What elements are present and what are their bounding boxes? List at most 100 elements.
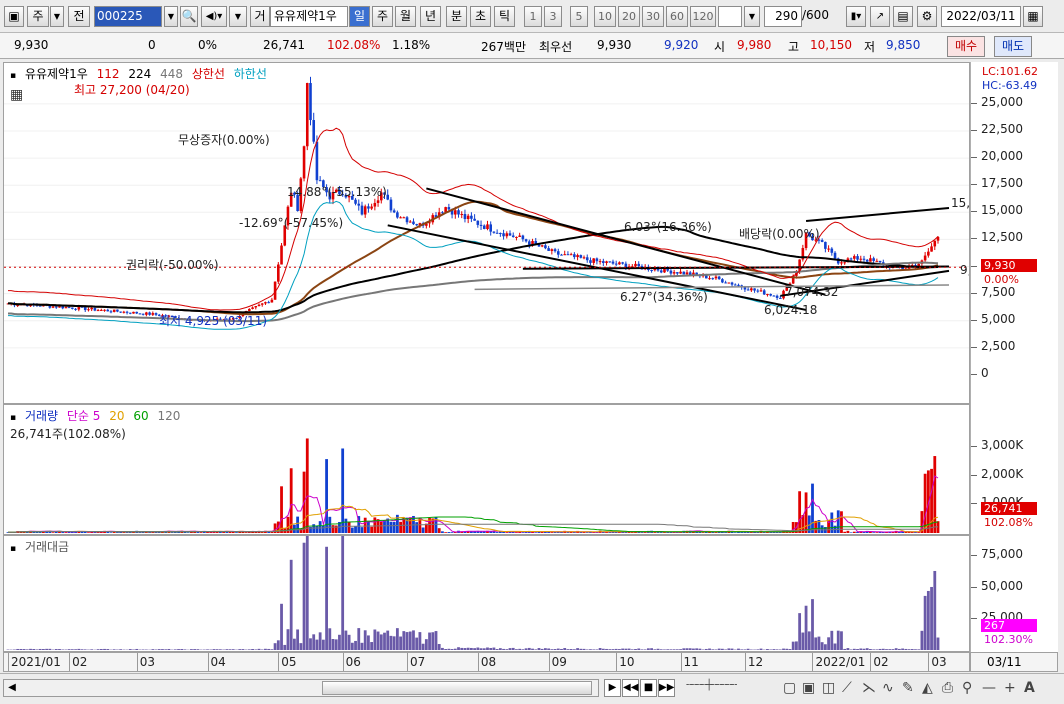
shape-icon[interactable]: ◭: [922, 680, 933, 696]
volume-bar: [415, 522, 419, 533]
grid-table-icon[interactable]: ▦: [10, 87, 23, 103]
volume-axis[interactable]: 3,000K2,000K1,000K26,741102.08%: [970, 404, 1058, 535]
amount-bar: [469, 647, 473, 650]
magnifier-icon[interactable]: ⚲: [962, 680, 972, 696]
amount-bar: [157, 649, 161, 650]
amount-bar: [495, 649, 499, 650]
print-icon[interactable]: ⎙: [942, 680, 953, 696]
price-chart-pane[interactable]: ▪ 유유제약1우 112 224 448 상한선 하한선 ▦ 최고 27,200…: [3, 62, 970, 404]
line-tool-icon[interactable]: ↗: [870, 6, 890, 27]
save-icon[interactable]: ▤: [893, 6, 913, 27]
price-axis-tick: 25,000: [981, 94, 1023, 109]
candle-body: [927, 251, 930, 256]
gear-icon[interactable]: ⚙: [917, 6, 937, 27]
period-month-tab[interactable]: 월: [395, 6, 416, 27]
speaker-icon[interactable]: ◀)▾: [201, 6, 227, 27]
interval-1-button[interactable]: 1: [524, 6, 542, 27]
volume-bar: [743, 532, 747, 533]
amount-bar: [489, 647, 493, 650]
prev-button[interactable]: 전: [68, 6, 90, 27]
zoom-out-icon[interactable]: —: [982, 680, 996, 696]
annotation-line3: 6.03°(16.36%): [624, 220, 712, 234]
period-tick-tab[interactable]: 틱: [494, 6, 515, 27]
volume-value: 26,741: [263, 38, 305, 52]
volume-bar: [360, 527, 364, 533]
interval-10-button[interactable]: 10: [594, 6, 616, 27]
play-icon[interactable]: ▶: [604, 679, 621, 697]
candle-body: [138, 313, 142, 315]
rewind-icon[interactable]: ◀◀: [622, 679, 639, 697]
fibonacci-icon[interactable]: ⋋: [862, 680, 876, 696]
price-axis-mark: [971, 265, 977, 267]
date-tick: [342, 653, 344, 671]
sell-button[interactable]: 매도: [994, 36, 1032, 57]
volume-axis-mark: [971, 446, 977, 448]
stock-name-field[interactable]: 유유제약1우: [270, 6, 348, 27]
period-minute-tab[interactable]: 분: [446, 6, 467, 27]
horizontal-scrollbar[interactable]: ◀: [3, 679, 599, 697]
amount-axis[interactable]: 75,000 50,000 25,000 267 102.30%: [970, 535, 1058, 652]
buy-button[interactable]: 매수: [947, 36, 985, 57]
volume-chart-pane[interactable]: ▪ 거래량 단순 5 20 60 120 26,741주(102.08%): [3, 404, 970, 535]
wave-icon[interactable]: ∿: [882, 680, 894, 696]
text-tool-icon[interactable]: A: [1024, 680, 1035, 696]
window-icon[interactable]: ▣: [802, 680, 815, 696]
interval-5-button[interactable]: 5: [570, 6, 588, 27]
count-input[interactable]: 290: [764, 6, 802, 27]
period-year-tab[interactable]: 년: [420, 6, 441, 27]
stock-code-input[interactable]: 000225: [94, 6, 162, 27]
fast-forward-icon[interactable]: ▶▶: [658, 679, 675, 697]
market-type-dropdown-icon[interactable]: ▼: [50, 6, 64, 27]
period-week-tab[interactable]: 주: [372, 6, 393, 27]
amount-bar: [164, 649, 168, 650]
candle-body: [305, 83, 309, 147]
volume-bar: [869, 531, 872, 533]
options-dropdown-icon[interactable]: ▼: [229, 6, 247, 27]
interval-30-button[interactable]: 30: [642, 6, 664, 27]
zoom-in-icon[interactable]: +: [1004, 680, 1016, 696]
search-icon[interactable]: 🔍: [180, 6, 198, 27]
volume-bar: [846, 530, 850, 533]
interval-60-button[interactable]: 60: [666, 6, 688, 27]
candle-settings-icon[interactable]: ▮▾: [846, 6, 866, 27]
interval-dropdown-icon[interactable]: ▼: [744, 6, 760, 27]
market-type-button[interactable]: 주: [27, 6, 49, 27]
scroll-left-icon[interactable]: ◀: [4, 680, 20, 696]
amount-chart-pane[interactable]: ▪ 거래대금: [3, 535, 970, 652]
daily-tab-button[interactable]: 거: [250, 6, 270, 27]
candle-body: [454, 210, 457, 215]
zoom-slider[interactable]: ╌╌╌╌┼╌╌╌╌╌: [686, 680, 778, 691]
volume-bar: [315, 526, 319, 533]
period-day-tab[interactable]: 일: [349, 6, 370, 27]
date-input[interactable]: 2022/03/11: [941, 6, 1021, 27]
period-second-tab[interactable]: 초: [470, 6, 491, 27]
code-dropdown-icon[interactable]: ▼: [164, 6, 178, 27]
amount-bar: [518, 648, 522, 650]
interval-3-button[interactable]: 3: [544, 6, 562, 27]
chart-icon[interactable]: ◫: [822, 680, 835, 696]
amount-bar: [212, 649, 216, 650]
pen-icon[interactable]: ✎: [902, 680, 914, 696]
candle-body: [730, 282, 734, 285]
stop-icon[interactable]: ■: [640, 679, 657, 697]
candle-body: [518, 235, 521, 237]
amount-bar: [650, 648, 653, 650]
candle-body: [270, 299, 274, 303]
amount-bar: [531, 648, 534, 650]
price-axis[interactable]: LC:101.62 HC:-63.49 25,000 22,500 20,000 17…: [970, 62, 1058, 404]
amount-bar: [682, 648, 686, 650]
interval-custom-field[interactable]: [718, 6, 742, 27]
candle-body: [544, 245, 547, 249]
amount-chart-svg: [6, 536, 940, 650]
amount-bar: [286, 629, 290, 650]
layout-icon[interactable]: ▢: [783, 680, 796, 696]
window-menu-icon[interactable]: ▣: [4, 6, 24, 27]
interval-20-button[interactable]: 20: [618, 6, 640, 27]
change-value: 0: [148, 38, 156, 52]
scroll-thumb[interactable]: [322, 681, 592, 695]
interval-120-button[interactable]: 120: [690, 6, 716, 27]
trend-tool-icon[interactable]: ⟋: [842, 680, 852, 696]
candle-body: [727, 282, 731, 284]
amount-bar: [643, 649, 647, 650]
calendar-icon[interactable]: ▦: [1023, 6, 1043, 27]
